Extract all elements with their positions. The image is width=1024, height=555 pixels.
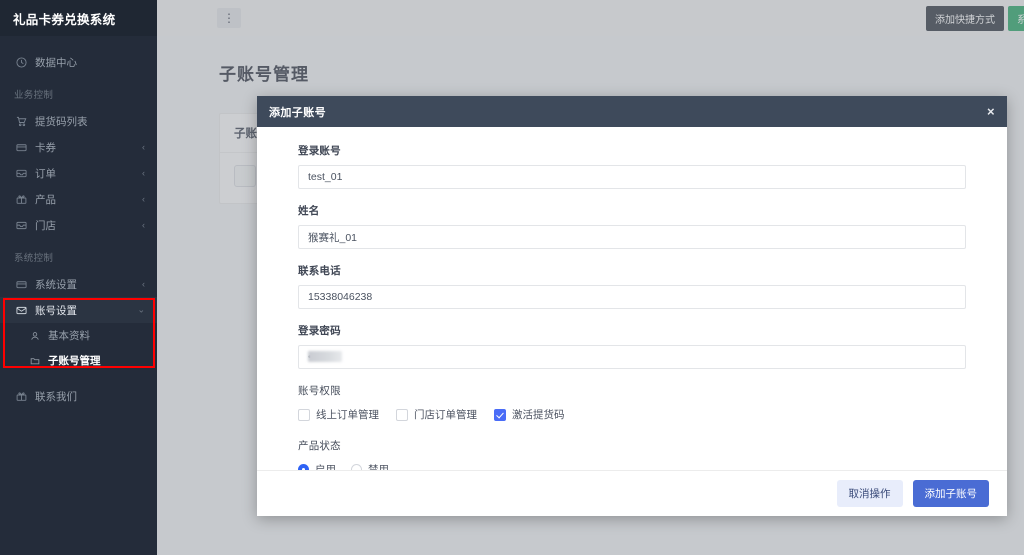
- password-input-wrapper: [298, 345, 966, 369]
- status-option-label: 禁用: [368, 464, 389, 470]
- sidebar-item-stores[interactable]: 门店 ‹: [0, 212, 157, 238]
- chevron-left-icon: ‹: [142, 220, 145, 230]
- sidebar-item-label: 门店: [35, 219, 56, 232]
- permissions-options: 线上订单管理 门店订单管理 激活提货码: [298, 407, 966, 422]
- chevron-down-icon: ⌄: [137, 304, 145, 315]
- settings-icon: [14, 278, 28, 290]
- card-icon: [14, 141, 28, 153]
- sidebar-item-products[interactable]: 产品 ‹: [0, 186, 157, 212]
- checkbox-icon[interactable]: [298, 408, 310, 421]
- chevron-left-icon: ‹: [142, 142, 145, 152]
- app-root: 礼品卡券兑换系统 数据中心 业务控制 提货码列表 卡券 ‹ 订单 ‹ 产品 ‹ …: [0, 0, 1024, 555]
- password-field-group: 登录密码: [298, 323, 966, 369]
- permissions-section: 账号权限 线上订单管理 门店订单管理 激活提货码: [298, 383, 966, 422]
- name-label: 姓名: [298, 205, 320, 217]
- permission-option-activate-code[interactable]: 激活提货码: [494, 407, 565, 422]
- sidebar-item-sub-account-management[interactable]: 子账号管理: [0, 348, 157, 373]
- clock-icon: [14, 56, 28, 68]
- status-option-disabled[interactable]: 禁用: [351, 462, 389, 470]
- sidebar-item-basic-profile[interactable]: 基本资料: [0, 323, 157, 348]
- radio-checked-icon[interactable]: [298, 464, 309, 470]
- sidebar-item-cards[interactable]: 卡券 ‹: [0, 134, 157, 160]
- permission-label: 线上订单管理: [316, 409, 379, 421]
- login-account-field-group: 登录账号: [298, 143, 966, 189]
- chevron-left-icon: ‹: [142, 279, 145, 289]
- sidebar-item-system-settings[interactable]: 系统设置 ‹: [0, 271, 157, 297]
- cancel-button[interactable]: 取消操作: [836, 480, 903, 507]
- modal-body: 登录账号 姓名 联系电话 登录密码 账号权限: [257, 127, 1007, 470]
- checkbox-icon[interactable]: [396, 408, 408, 421]
- cart-icon: [14, 115, 28, 127]
- shop-icon: [14, 219, 28, 231]
- name-input[interactable]: [298, 225, 966, 249]
- sidebar-nav: 数据中心 业务控制 提货码列表 卡券 ‹ 订单 ‹ 产品 ‹ 门店 ‹ 系统控制…: [0, 36, 157, 409]
- permission-option-online-orders[interactable]: 线上订单管理: [298, 407, 379, 422]
- sidebar-item-data-center[interactable]: 数据中心: [0, 49, 157, 75]
- contact-icon: [14, 390, 28, 402]
- sidebar-item-label: 联系我们: [35, 390, 77, 403]
- app-brand-title: 礼品卡券兑换系统: [0, 0, 157, 36]
- sidebar-group-system: 系统控制: [14, 253, 54, 264]
- password-label: 登录密码: [298, 325, 341, 337]
- sidebar-item-label: 提货码列表: [35, 115, 88, 128]
- user-icon: [28, 331, 41, 341]
- password-input[interactable]: [298, 345, 966, 369]
- modal-title: 添加子账号: [269, 106, 326, 119]
- close-icon[interactable]: ×: [987, 105, 995, 118]
- modal-footer: 取消操作 添加子账号: [257, 470, 1007, 516]
- login-account-label: 登录账号: [298, 145, 341, 157]
- status-option-label: 启用: [315, 464, 336, 470]
- permission-option-store-orders[interactable]: 门店订单管理: [396, 407, 477, 422]
- add-sub-account-modal: 添加子账号 × 登录账号 姓名 联系电话 登录密码: [257, 96, 1007, 516]
- folder-icon: [28, 356, 41, 366]
- sidebar-item-pickup-codes[interactable]: 提货码列表: [0, 108, 157, 134]
- phone-label: 联系电话: [298, 265, 341, 277]
- status-section: 产品状态 启用 禁用: [298, 438, 966, 470]
- sidebar-item-label: 系统设置: [35, 278, 77, 291]
- submit-add-sub-account-button[interactable]: 添加子账号: [912, 480, 989, 507]
- phone-input[interactable]: [298, 285, 966, 309]
- gift-icon: [14, 193, 28, 205]
- account-icon: [14, 304, 28, 316]
- permission-label: 激活提货码: [512, 409, 565, 421]
- status-label: 产品状态: [298, 440, 341, 452]
- radio-icon[interactable]: [351, 464, 362, 470]
- sidebar-item-label: 卡券: [35, 141, 56, 154]
- sidebar-item-label: 产品: [35, 193, 56, 206]
- chevron-left-icon: ‹: [142, 168, 145, 178]
- sidebar-item-label: 数据中心: [35, 56, 77, 69]
- sidebar-item-orders[interactable]: 订单 ‹: [0, 160, 157, 186]
- checkbox-checked-icon[interactable]: [494, 408, 506, 421]
- sidebar-subitem-label: 基本资料: [48, 330, 90, 342]
- sidebar-subitem-label: 子账号管理: [48, 355, 101, 367]
- status-options: 启用 禁用: [298, 462, 966, 470]
- modal-header: 添加子账号 ×: [257, 96, 1007, 127]
- status-option-enabled[interactable]: 启用: [298, 462, 336, 470]
- permissions-label: 账号权限: [298, 385, 341, 397]
- chevron-left-icon: ‹: [142, 194, 145, 204]
- sidebar-item-label: 账号设置: [35, 304, 77, 317]
- sidebar-item-label: 订单: [35, 167, 56, 180]
- sidebar-item-account-settings[interactable]: 账号设置 ⌄: [0, 297, 157, 323]
- sidebar-item-contact-us[interactable]: 联系我们: [0, 383, 157, 409]
- sidebar: 礼品卡券兑换系统 数据中心 业务控制 提货码列表 卡券 ‹ 订单 ‹ 产品 ‹ …: [0, 0, 157, 555]
- inbox-icon: [14, 167, 28, 179]
- sidebar-group-business: 业务控制: [14, 90, 54, 101]
- name-field-group: 姓名: [298, 203, 966, 249]
- login-account-input[interactable]: [298, 165, 966, 189]
- phone-field-group: 联系电话: [298, 263, 966, 309]
- permission-label: 门店订单管理: [414, 409, 477, 421]
